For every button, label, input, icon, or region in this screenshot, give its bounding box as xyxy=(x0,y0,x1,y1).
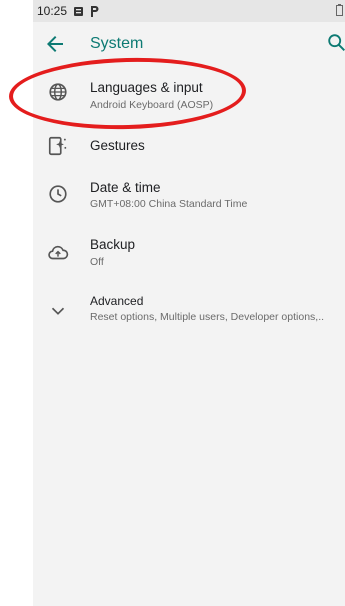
app-bar: System xyxy=(33,22,345,66)
clock-icon xyxy=(47,183,71,207)
item-summary: Off xyxy=(90,256,104,268)
item-summary: GMT+08:00 China Standard Time xyxy=(90,198,248,210)
battery-icon xyxy=(336,4,343,19)
settings-item-advanced[interactable]: Advanced Reset options, Multiple users, … xyxy=(33,285,345,341)
item-title: Backup xyxy=(90,237,136,252)
cloud-backup-icon xyxy=(47,242,71,266)
search-icon[interactable] xyxy=(326,32,345,56)
status-time: 10:25 xyxy=(37,4,68,18)
notification-icon xyxy=(74,6,84,16)
item-summary: Reset options, Multiple users, Developer… xyxy=(90,311,325,323)
back-arrow-icon[interactable] xyxy=(43,32,67,56)
status-bar: 10:25 xyxy=(33,0,345,22)
page-title: System xyxy=(90,35,144,52)
settings-item-date-time[interactable]: Date & time GMT+08:00 China Standard Tim… xyxy=(33,168,345,224)
item-title: Advanced xyxy=(90,294,144,308)
item-title: Gestures xyxy=(90,138,145,153)
parking-app-icon xyxy=(90,5,99,17)
settings-item-backup[interactable]: Backup Off xyxy=(33,227,345,283)
item-title: Date & time xyxy=(90,180,161,195)
chevron-down-icon xyxy=(47,300,71,324)
gestures-icon xyxy=(47,135,71,159)
